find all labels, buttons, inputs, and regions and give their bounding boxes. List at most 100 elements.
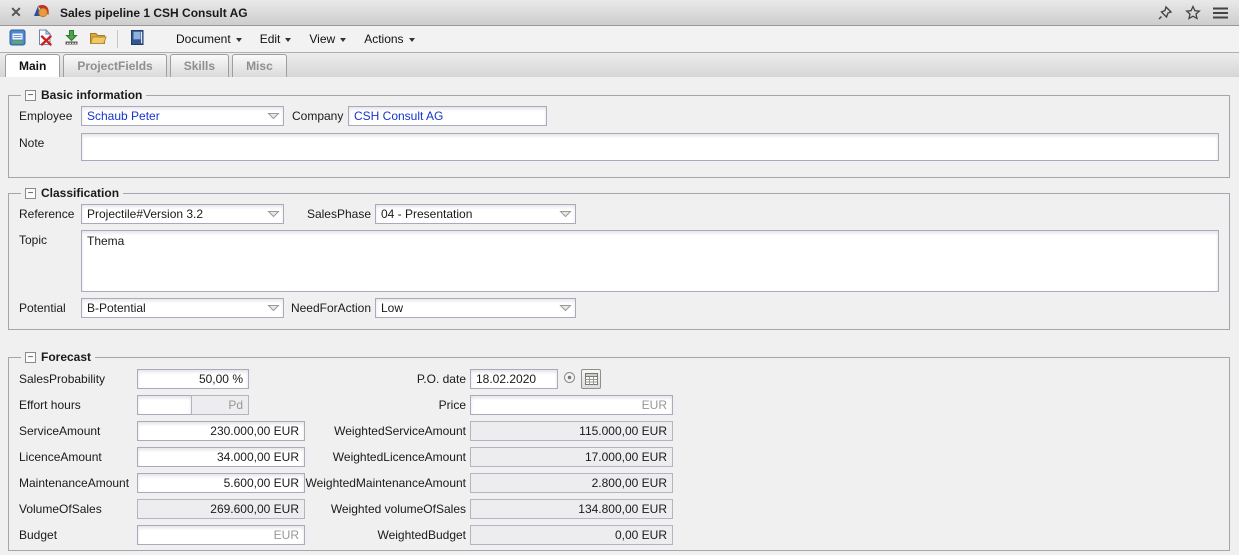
maintenanceamount-label: MaintenanceAmount [19, 476, 137, 490]
journal-button[interactable] [126, 28, 148, 50]
menu-actions[interactable]: Actions [355, 28, 423, 50]
date-picker-button[interactable] [581, 369, 601, 389]
app-logo-icon [32, 3, 52, 22]
menu-edit[interactable]: Edit [251, 28, 301, 50]
weightedserviceamount-label: WeightedServiceAmount [305, 424, 466, 438]
company-label: Company [292, 109, 348, 123]
employee-label: Employee [19, 109, 81, 123]
salesprobability-value: 50,00 % [199, 372, 243, 386]
calendar-icon [585, 373, 598, 385]
collapse-icon[interactable]: − [25, 352, 36, 363]
volumeofsales-field: 269.600,00 EUR [137, 499, 305, 519]
weightedmaintenanceamount-value: 2.800,00 EUR [592, 476, 667, 490]
weighted-volumeofsales-label: Weighted volumeOfSales [305, 502, 466, 516]
pin-icon[interactable] [1157, 5, 1174, 21]
licenceamount-label: LicenceAmount [19, 450, 137, 464]
hamburger-menu-icon[interactable] [1212, 6, 1229, 20]
tab-main[interactable]: Main [5, 54, 60, 77]
tab-misc[interactable]: Misc [232, 54, 287, 77]
chevron-down-icon [236, 38, 242, 42]
chevron-down-icon [409, 38, 415, 42]
note-textarea[interactable] [81, 133, 1219, 161]
topic-textarea[interactable]: Thema [81, 230, 1219, 292]
employee-combobox[interactable]: Schaub Peter [81, 106, 284, 126]
close-icon[interactable]: ✕ [8, 4, 24, 21]
topic-label: Topic [19, 233, 81, 247]
weightedlicenceamount-value: 17.000,00 EUR [585, 450, 667, 464]
weighted-volumeofsales-value: 134.800,00 EUR [578, 502, 667, 516]
window-title: Sales pipeline 1 CSH Consult AG [60, 6, 248, 20]
title-bar: ✕ Sales pipeline 1 CSH Consult AG [0, 0, 1239, 26]
weightedbudget-label: WeightedBudget [305, 528, 466, 542]
potential-value: B-Potential [87, 301, 263, 315]
po-date-field[interactable]: 18.02.2020 [470, 369, 558, 389]
weightedserviceamount-value: 115.000,00 EUR [579, 424, 667, 438]
classification-section: − Classification Reference Projectile#Ve… [8, 186, 1230, 330]
note-label: Note [19, 136, 81, 150]
save-button[interactable] [6, 28, 28, 50]
menu-edit-label: Edit [260, 32, 281, 46]
weighted-volumeofsales-field: 134.800,00 EUR [470, 499, 673, 519]
forecast-legend: − Forecast [21, 350, 95, 364]
import-button[interactable] [60, 28, 82, 50]
maintenanceamount-value: 5.600,00 EUR [224, 476, 299, 490]
potential-combobox[interactable]: B-Potential [81, 298, 284, 318]
section-title: Classification [41, 186, 119, 200]
po-date-value: 18.02.2020 [476, 372, 536, 386]
budget-label: Budget [19, 528, 137, 542]
toolbar-separator [117, 30, 118, 48]
effort-unit-value: Pd [228, 398, 243, 412]
po-date-group: 18.02.2020 [470, 369, 673, 389]
menu-document[interactable]: Document [167, 28, 251, 50]
company-value: CSH Consult AG [354, 109, 443, 123]
weightedlicenceamount-label: WeightedLicenceAmount [305, 450, 466, 464]
salesprobability-field[interactable]: 50,00 % [137, 369, 249, 389]
licenceamount-value: 34.000,00 EUR [217, 450, 299, 464]
needforaction-combobox[interactable]: Low [375, 298, 576, 318]
import-icon [63, 29, 80, 49]
volumeofsales-label: VolumeOfSales [19, 502, 137, 516]
effort-hours-field[interactable] [137, 395, 192, 415]
tab-strip: Main ProjectFields Skills Misc [0, 53, 1239, 77]
reference-combobox[interactable]: Projectile#Version 3.2 [81, 204, 284, 224]
price-label: Price [305, 398, 466, 412]
section-title: Forecast [41, 350, 91, 364]
employee-value: Schaub Peter [87, 109, 263, 123]
maintenanceamount-field[interactable]: 5.600,00 EUR [137, 473, 305, 493]
reference-value: Projectile#Version 3.2 [87, 207, 263, 221]
favorite-star-icon[interactable] [1185, 5, 1201, 21]
dropdown-arrow-icon [267, 112, 280, 120]
weightedmaintenanceamount-label: WeightedMaintenanceAmount [305, 476, 466, 490]
toolbar: Document Edit View Actions [0, 26, 1239, 53]
folder-button[interactable] [87, 28, 109, 50]
serviceamount-label: ServiceAmount [19, 424, 137, 438]
tab-projectfields[interactable]: ProjectFields [63, 54, 166, 77]
date-now-icon[interactable] [563, 371, 576, 387]
tab-skills[interactable]: Skills [170, 54, 229, 77]
company-field[interactable]: CSH Consult AG [348, 106, 547, 126]
delete-button[interactable] [33, 28, 55, 50]
price-field[interactable]: EUR [470, 395, 673, 415]
book-icon [129, 29, 145, 49]
weightedbudget-field: 0,00 EUR [470, 525, 673, 545]
serviceamount-value: 230.000,00 EUR [210, 424, 299, 438]
folder-icon [89, 30, 107, 49]
classification-legend: − Classification [21, 186, 123, 200]
menu-bar: Document Edit View Actions [167, 28, 424, 50]
serviceamount-field[interactable]: 230.000,00 EUR [137, 421, 305, 441]
collapse-icon[interactable]: − [25, 90, 36, 101]
potential-label: Potential [19, 301, 81, 315]
chevron-down-icon [285, 38, 291, 42]
application-window: ✕ Sales pipeline 1 CSH Consult AG [0, 0, 1239, 555]
forecast-section: − Forecast SalesProbability 50,00 % P.O.… [8, 350, 1230, 551]
dropdown-arrow-icon [267, 210, 280, 218]
weightedbudget-value: 0,00 EUR [615, 528, 667, 542]
licenceamount-field[interactable]: 34.000,00 EUR [137, 447, 305, 467]
salesphase-combobox[interactable]: 04 - Presentation [375, 204, 576, 224]
collapse-icon[interactable]: − [25, 188, 36, 199]
menu-view[interactable]: View [300, 28, 355, 50]
chevron-down-icon [340, 38, 346, 42]
needforaction-label: NeedForAction [284, 301, 371, 315]
needforaction-value: Low [381, 301, 555, 315]
budget-field[interactable]: EUR [137, 525, 305, 545]
